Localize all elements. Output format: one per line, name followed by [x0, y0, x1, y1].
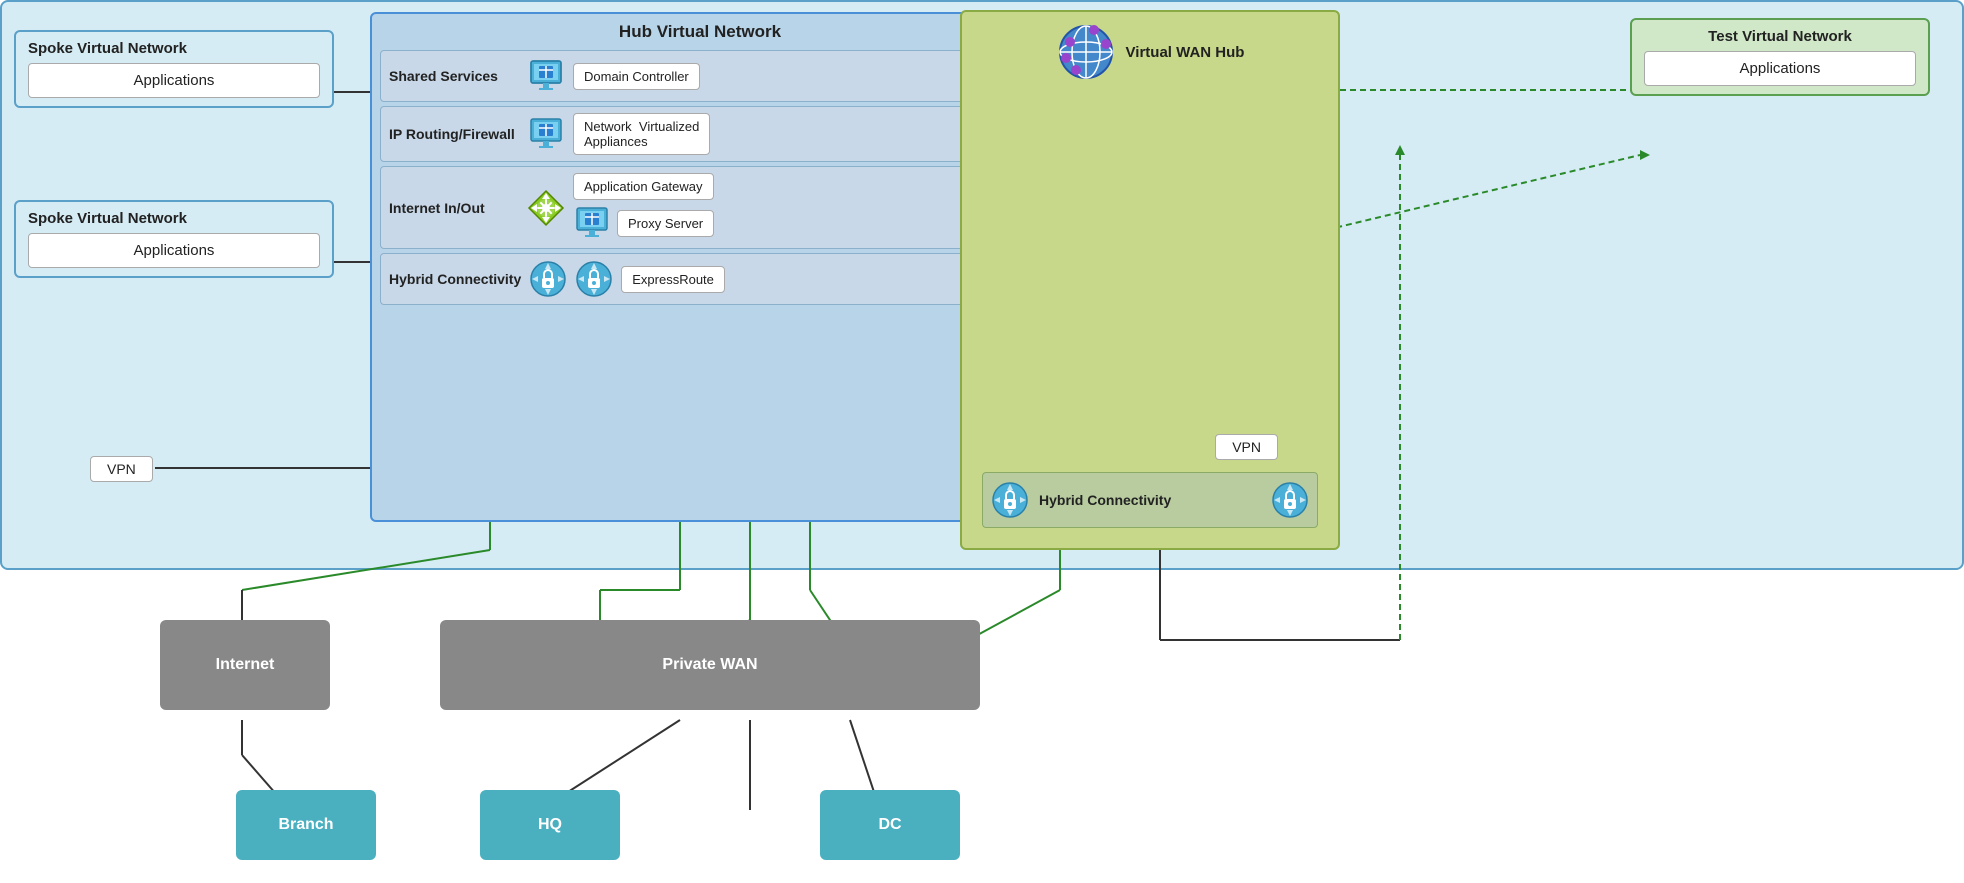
diagram-container: Spoke Virtual Network Applications Spoke…: [0, 0, 1964, 883]
spoke2-label: Spoke Virtual Network: [28, 210, 320, 227]
monitor-icon-2: [527, 115, 565, 153]
hub-title: Hub Virtual Network: [372, 14, 1028, 46]
private-wan-box: Private WAN: [440, 620, 980, 710]
hub-row-ip-routing: IP Routing/Firewall Network VirtualizedA…: [380, 106, 1020, 162]
vpn-right-label: VPN: [1215, 434, 1278, 460]
test-app: Applications: [1644, 51, 1916, 86]
lock-icon-4: [1271, 481, 1309, 519]
spoke-network-2: Spoke Virtual Network Applications: [14, 200, 334, 278]
test-network-label: Test Virtual Network: [1644, 28, 1916, 45]
test-network: Test Virtual Network Applications: [1630, 18, 1930, 96]
network-appliances-box: Network VirtualizedAppliances: [573, 113, 710, 155]
spoke2-app: Applications: [28, 233, 320, 268]
lock-icon-3: [991, 481, 1029, 519]
globe-icon: [1056, 22, 1116, 82]
branch-box: Branch: [236, 790, 376, 860]
hybrid-right-label: Hybrid Connectivity: [1039, 492, 1261, 508]
hub-network: Hub Virtual Network Shared Services Doma…: [370, 12, 1030, 522]
vpn-left-label: VPN: [90, 456, 153, 482]
monitor-icon-1: [527, 57, 565, 95]
hq-box: HQ: [480, 790, 620, 860]
monitor-icon-3: [573, 204, 611, 242]
lock-icon-1: [529, 260, 567, 298]
dc-box: DC: [820, 790, 960, 860]
wan-hub-title: Virtual WAN Hub: [1126, 44, 1245, 61]
hub-row-shared-services: Shared Services Domain Controller: [380, 50, 1020, 102]
wan-hub-area: Virtual WAN Hub Hybrid Connectivity: [960, 10, 1340, 550]
application-gateway-box: Application Gateway: [573, 173, 714, 200]
internet-box: Internet: [160, 620, 330, 710]
gateway-icon: [527, 189, 565, 227]
lock-icon-2: [575, 260, 613, 298]
ip-routing-label: IP Routing/Firewall: [389, 126, 519, 142]
shared-services-label: Shared Services: [389, 68, 519, 84]
hybrid-connectivity-label: Hybrid Connectivity: [389, 271, 521, 287]
hub-row-hybrid: Hybrid Connectivity: [380, 253, 1020, 305]
proxy-server-box: Proxy Server: [617, 210, 714, 237]
internet-inout-label: Internet In/Out: [389, 200, 519, 216]
expressroute-hub-box: ExpressRoute: [621, 266, 725, 293]
spoke-network-1: Spoke Virtual Network Applications: [14, 30, 334, 108]
hub-row-internet: Internet In/Out Application Gateway: [380, 166, 1020, 249]
domain-controller-box: Domain Controller: [573, 63, 700, 90]
spoke1-app: Applications: [28, 63, 320, 98]
spoke1-label: Spoke Virtual Network: [28, 40, 320, 57]
